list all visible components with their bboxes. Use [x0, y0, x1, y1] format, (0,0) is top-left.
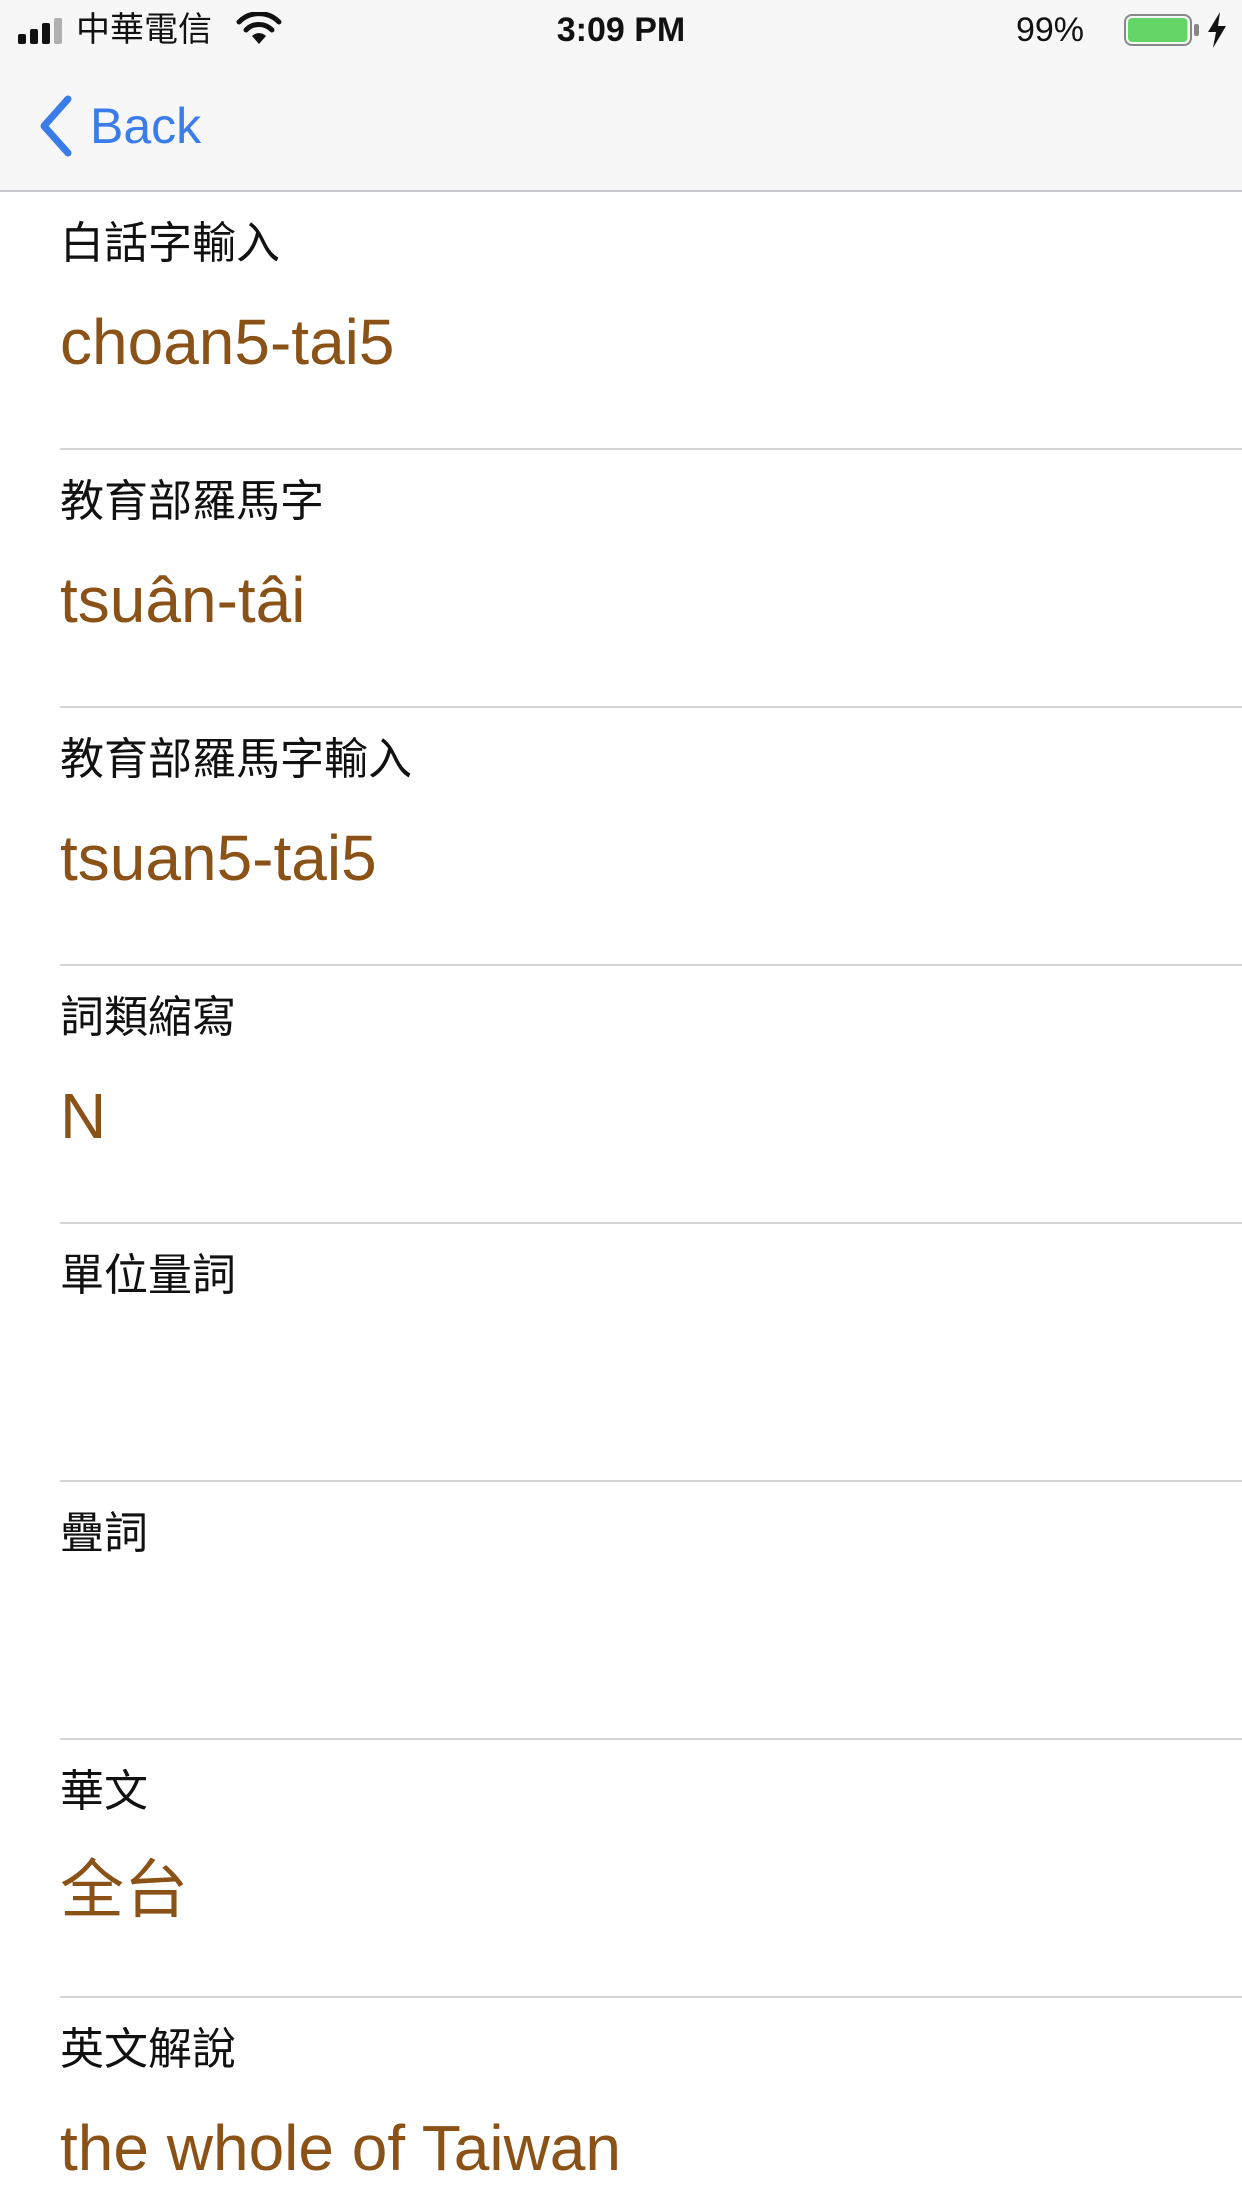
word-detail-screen: 中華電信 3:09 PM 99% Back 白話字輸入 choan5-tai5 …	[0, 0, 1242, 2208]
back-button[interactable]: Back	[36, 94, 201, 158]
field-row-reduplication: 疊詞	[60, 1482, 1242, 1740]
field-label: 白話字輸入	[60, 218, 280, 269]
field-row-english: 英文解說 the whole of Taiwan	[60, 1998, 1242, 2208]
field-label: 教育部羅馬字輸入	[60, 734, 412, 785]
field-value: N	[60, 1080, 107, 1152]
charging-bolt-icon	[1208, 12, 1226, 48]
field-row-mandarin: 華文 全台	[60, 1740, 1242, 1998]
field-value: choan5-tai5	[60, 306, 395, 378]
field-label: 詞類縮寫	[60, 992, 236, 1043]
field-value: the whole of Taiwan	[60, 2112, 621, 2184]
field-row-measure-word: 單位量詞	[60, 1224, 1242, 1482]
field-label: 疊詞	[60, 1508, 148, 1559]
status-bar: 中華電信 3:09 PM 99%	[0, 0, 1242, 62]
entry-field-list: 白話字輸入 choan5-tai5 教育部羅馬字 tsuân-tâi 教育部羅馬…	[0, 192, 1242, 2208]
field-row-poj-input: 白話字輸入 choan5-tai5	[60, 192, 1242, 450]
field-row-tai-lo-input: 教育部羅馬字輸入 tsuan5-tai5	[60, 708, 1242, 966]
field-value: tsuân-tâi	[60, 564, 306, 636]
field-label: 英文解說	[60, 2024, 236, 2075]
field-label: 華文	[60, 1766, 148, 1817]
field-label: 單位量詞	[60, 1250, 236, 1301]
field-value: 全台	[60, 1854, 188, 1926]
field-row-tai-lo: 教育部羅馬字 tsuân-tâi	[60, 450, 1242, 708]
field-row-part-of-speech: 詞類縮寫 N	[60, 966, 1242, 1224]
navigation-bar: Back	[0, 62, 1242, 190]
chevron-left-icon	[40, 95, 72, 157]
top-bar: 中華電信 3:09 PM 99% Back	[0, 0, 1242, 192]
battery-level-fill	[1128, 18, 1188, 42]
battery-percentage: 99%	[1015, 11, 1084, 49]
back-label: Back	[90, 98, 202, 154]
field-value: tsuan5-tai5	[60, 822, 377, 894]
field-label: 教育部羅馬字	[60, 476, 324, 527]
battery-icon	[1124, 14, 1199, 46]
